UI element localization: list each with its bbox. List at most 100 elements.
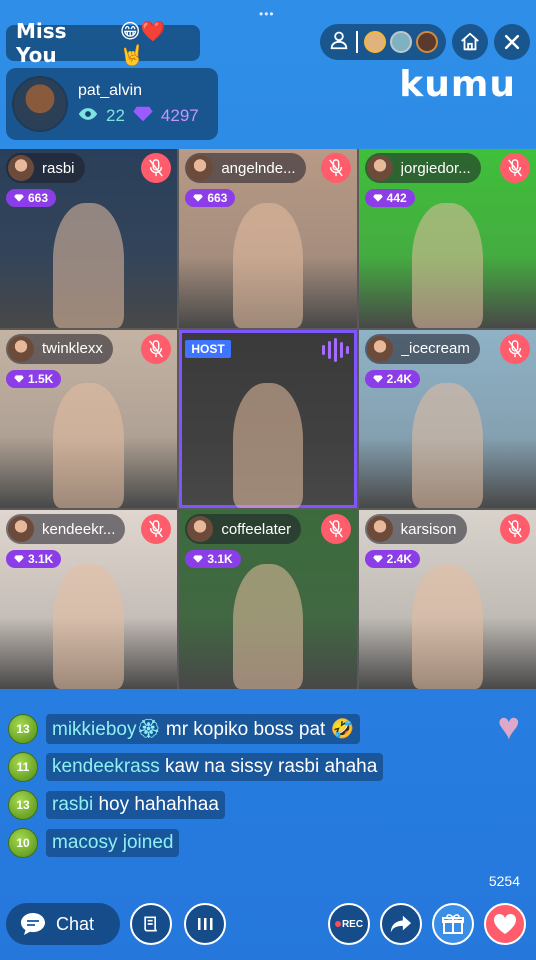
- guest-grid: rasbi 663 angelnde... 663 jorgiedor... 442 twi…: [0, 149, 536, 689]
- record-button[interactable]: REC: [328, 903, 370, 945]
- guest-video-tile[interactable]: _icecream 2.4K: [358, 329, 536, 509]
- guest-avatar: [8, 155, 34, 181]
- guest-name: karsison: [400, 520, 457, 538]
- top-viewer-avatar-3[interactable]: [416, 31, 438, 53]
- host-avatar[interactable]: [12, 76, 68, 132]
- video-feed-person: [411, 563, 483, 689]
- menu-button[interactable]: [184, 903, 226, 945]
- host-stats: 22 4297: [78, 106, 199, 127]
- host-card[interactable]: pat_alvin 22 4297: [6, 68, 218, 140]
- mic-muted-button[interactable]: [499, 333, 530, 364]
- brand-logo: kumu: [399, 64, 516, 105]
- gem-badge: 1.5K: [6, 369, 62, 388]
- video-feed-person: [53, 202, 125, 328]
- guest-avatar: [366, 155, 393, 181]
- level-badge-icon: 10: [8, 828, 38, 858]
- close-button[interactable]: [494, 24, 530, 60]
- user-icon: [328, 29, 350, 56]
- gift-icon: [442, 914, 464, 934]
- chat-button-label: Chat: [56, 913, 95, 934]
- mic-muted-button[interactable]: [320, 153, 351, 183]
- chat-username[interactable]: macosy joined: [52, 832, 173, 853]
- guest-name-tag[interactable]: jorgiedor...: [364, 153, 481, 183]
- guest-video-tile[interactable]: angelnde... 663: [179, 149, 357, 328]
- chat-username[interactable]: kendeekrass: [52, 756, 160, 777]
- host-info: pat_alvin 22 4297: [78, 82, 199, 127]
- record-label: REC: [341, 918, 364, 930]
- audio-level-icon: [321, 337, 349, 362]
- guest-video-tile[interactable]: coffeelater 3.1K: [179, 510, 357, 689]
- guest-name-tag[interactable]: _icecream: [364, 333, 480, 364]
- gift-button[interactable]: [432, 903, 474, 945]
- video-feed-person: [53, 383, 125, 509]
- chat-bubble: rasbi hoy hahahhaa: [46, 791, 225, 819]
- chat-feed: 13 mikkieboy🏵 mr kopiko boss pat 🤣 11 kende…: [8, 714, 408, 866]
- mic-off-icon: [508, 339, 522, 358]
- gem-badge: 3.1K: [6, 550, 62, 569]
- stream-title: Miss You 😁❤️🤘: [6, 19, 200, 67]
- level-badge-icon: 11: [8, 752, 38, 782]
- guest-name-tag[interactable]: coffeelater: [185, 514, 302, 545]
- chat-bubble: mikkieboy🏵 mr kopiko boss pat 🤣: [46, 714, 361, 744]
- gem-count: 3.1K: [207, 552, 233, 567]
- share-button[interactable]: [380, 903, 422, 945]
- chat-message[interactable]: 13 mikkieboy🏵 mr kopiko boss pat 🤣: [8, 714, 408, 744]
- guest-video-tile[interactable]: karsison 2.4K: [358, 510, 536, 689]
- guest-name-tag[interactable]: karsison: [364, 514, 467, 545]
- guest-video-tile[interactable]: jorgiedor... 442: [358, 149, 536, 328]
- record-dot-icon: [334, 921, 341, 927]
- chat-bubble-icon: [21, 913, 45, 935]
- mic-off-icon: [328, 520, 343, 538]
- chat-button[interactable]: Chat: [6, 903, 120, 945]
- top-viewer-avatar-1[interactable]: [364, 31, 386, 53]
- top-viewer-avatar-2[interactable]: [390, 31, 412, 53]
- guest-name-tag[interactable]: twinklexx: [6, 333, 113, 364]
- guest-video-tile[interactable]: twinklexx 1.5K: [0, 329, 178, 509]
- stream-title-text: Miss You: [16, 19, 67, 67]
- guest-avatar: [8, 335, 34, 362]
- mic-off-icon: [149, 520, 164, 538]
- viewer-pill[interactable]: [320, 24, 446, 60]
- guest-name-tag[interactable]: angelnde...: [185, 153, 306, 183]
- home-button[interactable]: [452, 24, 488, 60]
- host-video-tile[interactable]: HOST: [179, 329, 357, 509]
- guest-video-tile[interactable]: kendeekr... 3.1K: [0, 510, 178, 689]
- diamond-icon: [372, 555, 383, 563]
- chat-message[interactable]: 13 rasbi hoy hahahhaa: [8, 790, 408, 820]
- mic-off-icon: [149, 339, 164, 358]
- diamond-icon: [193, 555, 204, 563]
- home-icon: [461, 32, 479, 51]
- drag-handle[interactable]: •••: [259, 7, 275, 21]
- guest-name: coffeelater: [221, 520, 292, 538]
- scroll-button[interactable]: [130, 903, 172, 945]
- guest-video-tile[interactable]: rasbi 663: [0, 149, 178, 328]
- video-feed-person: [411, 383, 483, 509]
- mic-muted-button[interactable]: [499, 514, 530, 545]
- mic-muted-button[interactable]: [141, 153, 172, 183]
- gem-badge: 2.4K: [364, 550, 421, 569]
- mic-muted-button[interactable]: [320, 514, 351, 545]
- gem-badge: 663: [6, 189, 57, 207]
- gem-count: 663: [28, 191, 49, 205]
- gem-badge: 3.1K: [185, 550, 241, 569]
- gem-count: 2.4K: [386, 552, 413, 567]
- mic-off-icon: [508, 520, 522, 538]
- guest-avatar: [366, 335, 393, 362]
- mic-muted-button[interactable]: [141, 514, 172, 545]
- like-button[interactable]: [484, 903, 526, 945]
- chat-username[interactable]: rasbi: [52, 794, 93, 815]
- guest-name-tag[interactable]: kendeekr...: [6, 514, 126, 545]
- diamond-icon: [133, 106, 153, 127]
- scroll-icon: [144, 916, 157, 932]
- chat-message[interactable]: 10 macosy joined: [8, 828, 408, 858]
- heart-icon: [493, 913, 517, 934]
- chat-message[interactable]: 11 kendeekrass kaw na sissy rasbi ahaha: [8, 752, 408, 782]
- mic-off-icon: [149, 159, 164, 177]
- gem-count: 1.5K: [28, 371, 54, 386]
- gem-count: 442: [386, 191, 407, 205]
- mic-muted-button[interactable]: [499, 153, 530, 183]
- guest-name-tag[interactable]: rasbi: [6, 153, 85, 183]
- mic-muted-button[interactable]: [141, 333, 172, 364]
- host-badge: HOST: [185, 339, 231, 358]
- chat-username[interactable]: mikkieboy🏵: [52, 719, 161, 740]
